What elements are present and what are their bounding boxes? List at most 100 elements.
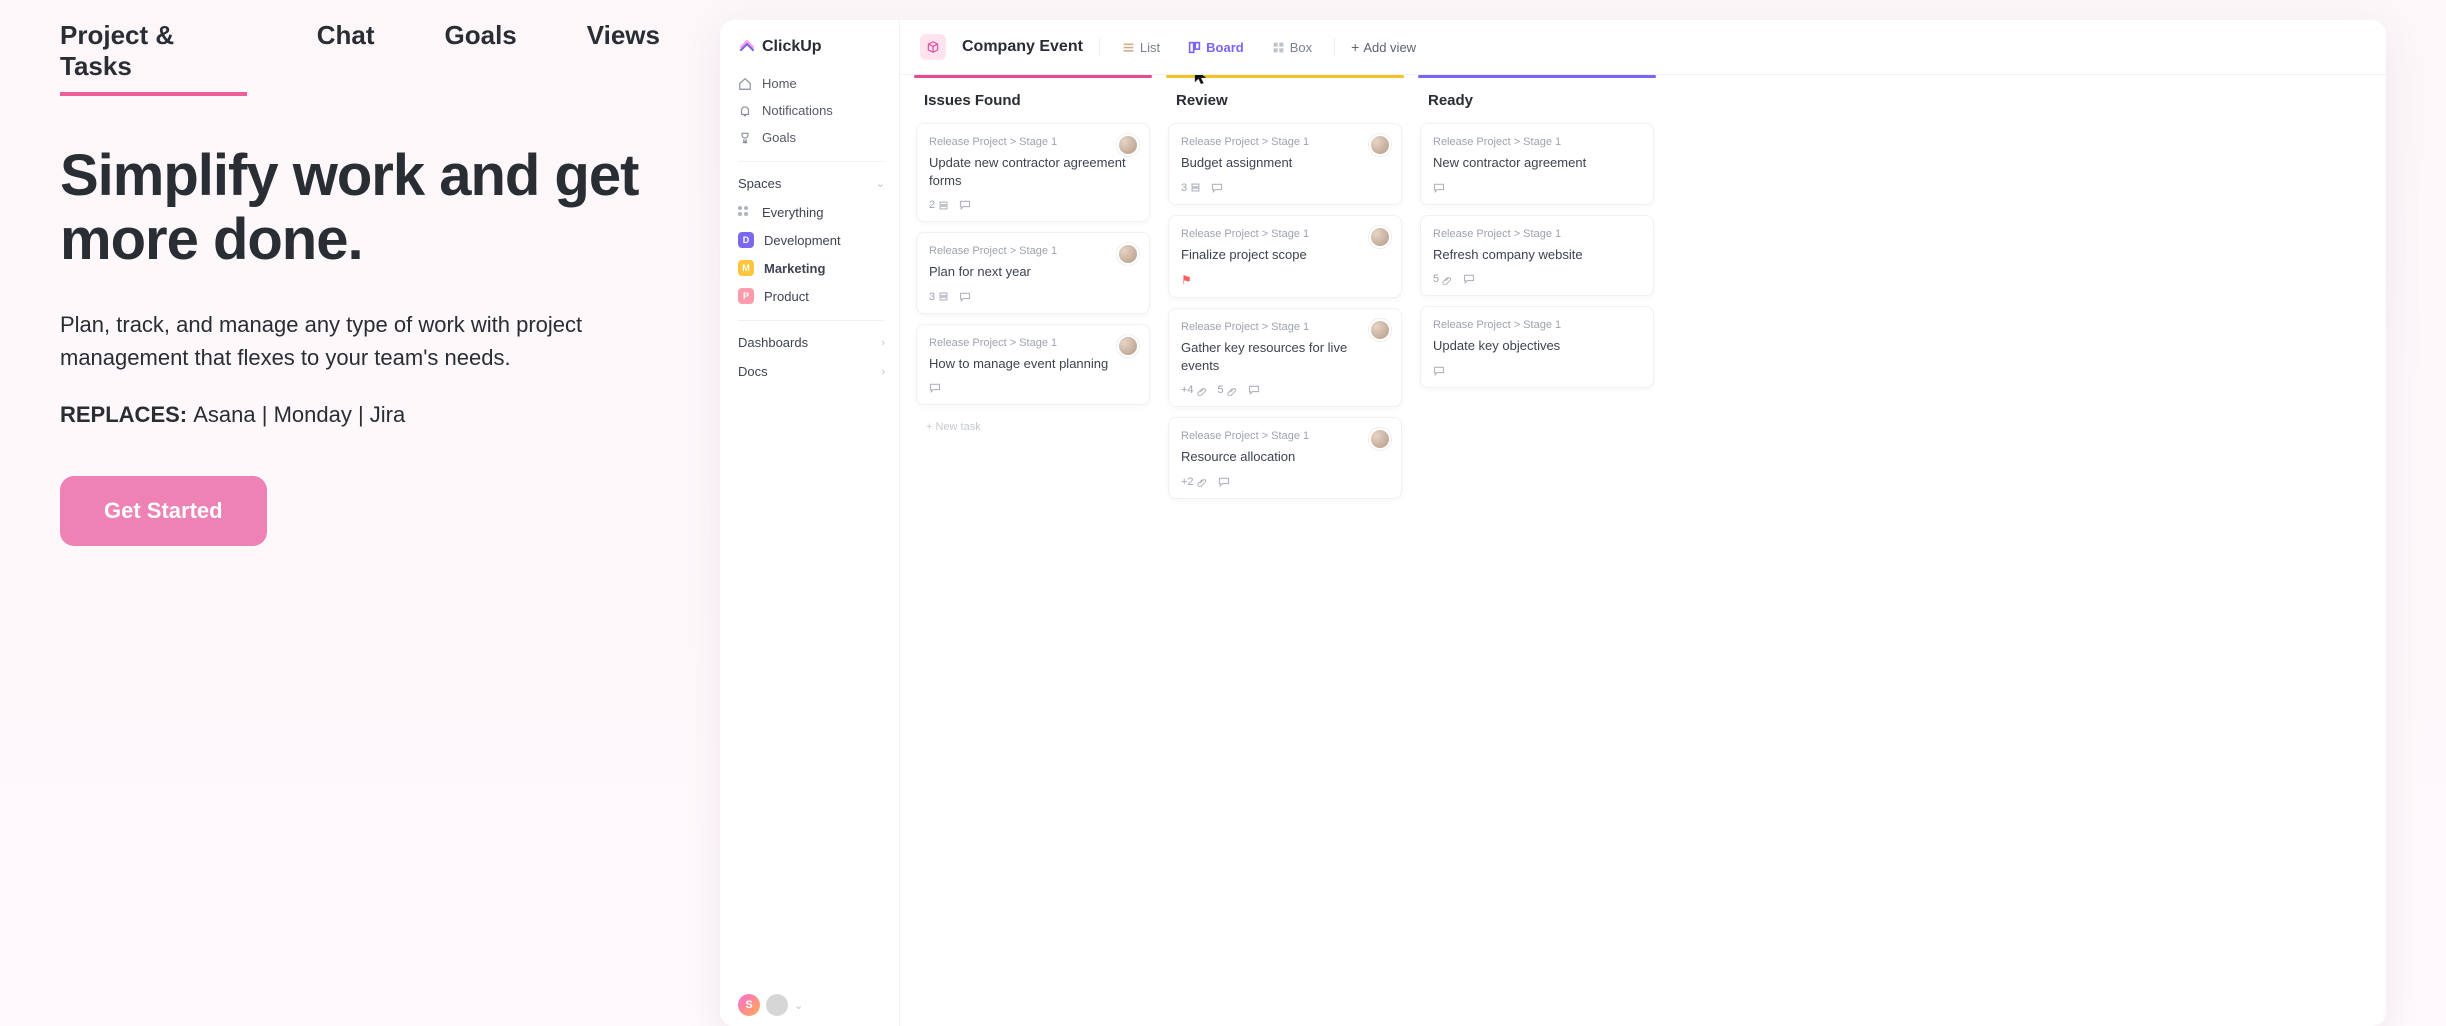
task-card[interactable]: Release Project > Stage 1 How to manage e… — [916, 324, 1150, 406]
card-meta: 3 — [1181, 182, 1389, 194]
task-card[interactable]: Release Project > Stage 1 New contractor … — [1420, 123, 1654, 205]
task-card[interactable]: Release Project > Stage 1 Update new cont… — [916, 123, 1150, 222]
marketing-tabs: Project & Tasks Chat Goals Views — [60, 20, 660, 96]
kanban-column: ReviewRelease Project > Stage 1Budget as… — [1166, 75, 1404, 1026]
task-card[interactable]: Release Project > Stage 1Resource alloca… — [1168, 417, 1402, 499]
view-label: Board — [1206, 40, 1244, 55]
assignee-avatar[interactable] — [1117, 134, 1139, 156]
tab-projects-tasks[interactable]: Project & Tasks — [60, 20, 247, 96]
view-board[interactable]: Board — [1182, 36, 1250, 59]
main-area: Company Event List Board — [900, 20, 2386, 1026]
comment-icon — [1218, 476, 1230, 488]
card-breadcrumb: Release Project > Stage 1 — [1181, 321, 1389, 333]
kanban-board: Issues FoundRelease Project > Stage 1Upd… — [900, 75, 2386, 1026]
sidebar-section-dashboards[interactable]: Dashboards › — [738, 320, 885, 358]
add-view-button[interactable]: + Add view — [1351, 40, 1416, 55]
plus-icon: + — [1351, 40, 1359, 54]
column-accent — [1418, 75, 1656, 78]
task-card[interactable]: Release Project > Stage 1Finalize projec… — [1168, 215, 1402, 299]
sidebar-item-notifications[interactable]: Notifications — [738, 97, 885, 124]
comment-icon — [1433, 182, 1445, 194]
view-box[interactable]: Box — [1266, 36, 1318, 59]
assignee-avatar[interactable] — [1369, 134, 1391, 156]
logo-text: ClickUp — [762, 38, 822, 56]
chevron-right-icon: › — [881, 366, 885, 378]
chevron-down-icon: ⌄ — [876, 177, 885, 190]
view-label: Box — [1290, 40, 1312, 55]
column-title: Issues Found — [914, 86, 1152, 123]
user-avatar[interactable] — [766, 994, 788, 1016]
card-meta: 5 — [1433, 273, 1641, 285]
task-card[interactable]: Release Project > Stage 1Update key obje… — [1420, 306, 1654, 388]
card-meta: 3 — [929, 291, 1137, 303]
workspace-avatar[interactable]: S — [738, 994, 760, 1016]
card-title: Gather key resources for live events — [1181, 339, 1389, 374]
sidebar-item-home[interactable]: Home — [738, 70, 885, 97]
card-meta: ⚑ — [1181, 273, 1389, 287]
view-label: List — [1140, 40, 1160, 55]
assignee-avatar[interactable] — [1369, 428, 1391, 450]
cursor-icon — [1194, 75, 1208, 86]
card-breadcrumb: Release Project > Stage 1 — [929, 337, 1137, 349]
get-started-button[interactable]: Get Started — [60, 476, 267, 546]
sidebar-item-label: Goals — [762, 130, 796, 145]
list-icon — [1122, 41, 1135, 54]
tab-views[interactable]: Views — [587, 20, 660, 96]
comment-icon — [1248, 384, 1260, 396]
space-cube-icon — [920, 34, 946, 60]
logo[interactable]: ClickUp — [738, 38, 885, 56]
card-title: Plan for next year — [929, 263, 1137, 281]
board-icon — [1188, 41, 1201, 54]
space-item-product[interactable]: P Product — [738, 282, 885, 310]
view-list[interactable]: List — [1116, 36, 1166, 59]
space-item-everything[interactable]: Everything — [738, 199, 885, 226]
tab-chat[interactable]: Chat — [317, 20, 375, 96]
chevron-down-icon[interactable]: ⌄ — [794, 999, 803, 1012]
new-task-button[interactable]: + New task — [914, 415, 1152, 439]
assignee-avatar[interactable] — [1117, 243, 1139, 265]
card-meta: +2 — [1181, 476, 1389, 488]
assignee-avatar[interactable] — [1117, 335, 1139, 357]
column-title: Review — [1166, 86, 1404, 123]
trophy-icon — [738, 131, 752, 145]
card-breadcrumb: Release Project > Stage 1 — [1433, 228, 1641, 240]
attachment-extra: +4 — [1181, 384, 1208, 396]
card-meta — [1433, 182, 1641, 194]
space-title: Company Event — [962, 38, 1083, 56]
task-card[interactable]: Release Project > Stage 1Refresh company… — [1420, 215, 1654, 297]
app-sidebar: ClickUp Home Notifications Goals — [720, 20, 900, 1026]
card-breadcrumb: Release Project > Stage 1 — [1433, 136, 1641, 148]
sidebar-section-docs[interactable]: Docs › — [738, 358, 885, 387]
card-meta: 2 — [929, 199, 1137, 211]
comment-icon — [1463, 273, 1475, 285]
card-breadcrumb: Release Project > Stage 1 — [929, 245, 1137, 257]
card-title: How to manage event planning — [929, 355, 1137, 373]
sidebar-item-label: Notifications — [762, 103, 833, 118]
add-view-label: Add view — [1363, 40, 1416, 55]
hero-subtitle: Plan, track, and manage any type of work… — [60, 308, 600, 374]
comment-icon — [929, 382, 941, 394]
card-breadcrumb: Release Project > Stage 1 — [929, 136, 1137, 148]
space-item-development[interactable]: D Development — [738, 226, 885, 254]
assignee-avatar[interactable] — [1369, 319, 1391, 341]
tab-goals[interactable]: Goals — [445, 20, 517, 96]
dashboards-label: Dashboards — [738, 335, 808, 350]
chevron-right-icon: › — [881, 337, 885, 349]
comment-icon — [959, 199, 971, 211]
card-title: Update new contractor agreement forms — [929, 154, 1137, 189]
task-card[interactable]: Release Project > Stage 1Budget assignme… — [1168, 123, 1402, 205]
assignee-avatar[interactable] — [1369, 226, 1391, 248]
comment-icon — [959, 291, 971, 303]
space-badge: M — [738, 260, 754, 276]
divider — [1334, 38, 1335, 56]
column-accent — [914, 75, 1152, 78]
task-card[interactable]: Release Project > Stage 1 Gather key reso… — [1168, 308, 1402, 407]
task-card[interactable]: Release Project > Stage 1 Plan for next y… — [916, 232, 1150, 314]
main-header: Company Event List Board — [900, 20, 2386, 75]
card-title: Resource allocation — [1181, 448, 1389, 466]
space-item-marketing[interactable]: M Marketing — [738, 254, 885, 282]
card-title: New contractor agreement — [1433, 154, 1641, 172]
sidebar-section-spaces[interactable]: Spaces ⌄ — [738, 161, 885, 199]
sidebar-item-goals[interactable]: Goals — [738, 124, 885, 151]
subtask-count: 2 — [929, 199, 949, 211]
